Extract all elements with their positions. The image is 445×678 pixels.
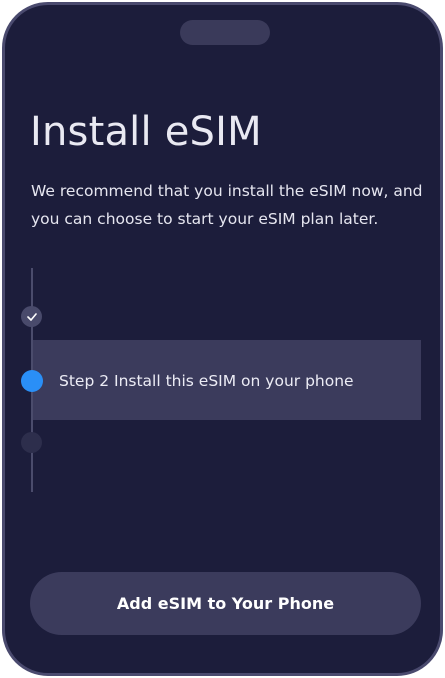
page-title: Install eSIM [30,109,262,155]
step-3-upcoming-dot [21,432,42,453]
step-2-current-dot [21,370,43,392]
step-2-label: Step 2 Install this eSIM on your phone [59,372,354,390]
phone-notch [180,20,270,45]
check-icon [26,312,37,321]
page-subtitle: We recommend that you install the eSIM n… [31,182,423,228]
step-1-completed-dot [21,306,42,327]
add-esim-button[interactable]: Add eSIM to Your Phone [30,572,421,635]
phone-frame: Install eSIM We recommend that you insta… [2,2,443,676]
